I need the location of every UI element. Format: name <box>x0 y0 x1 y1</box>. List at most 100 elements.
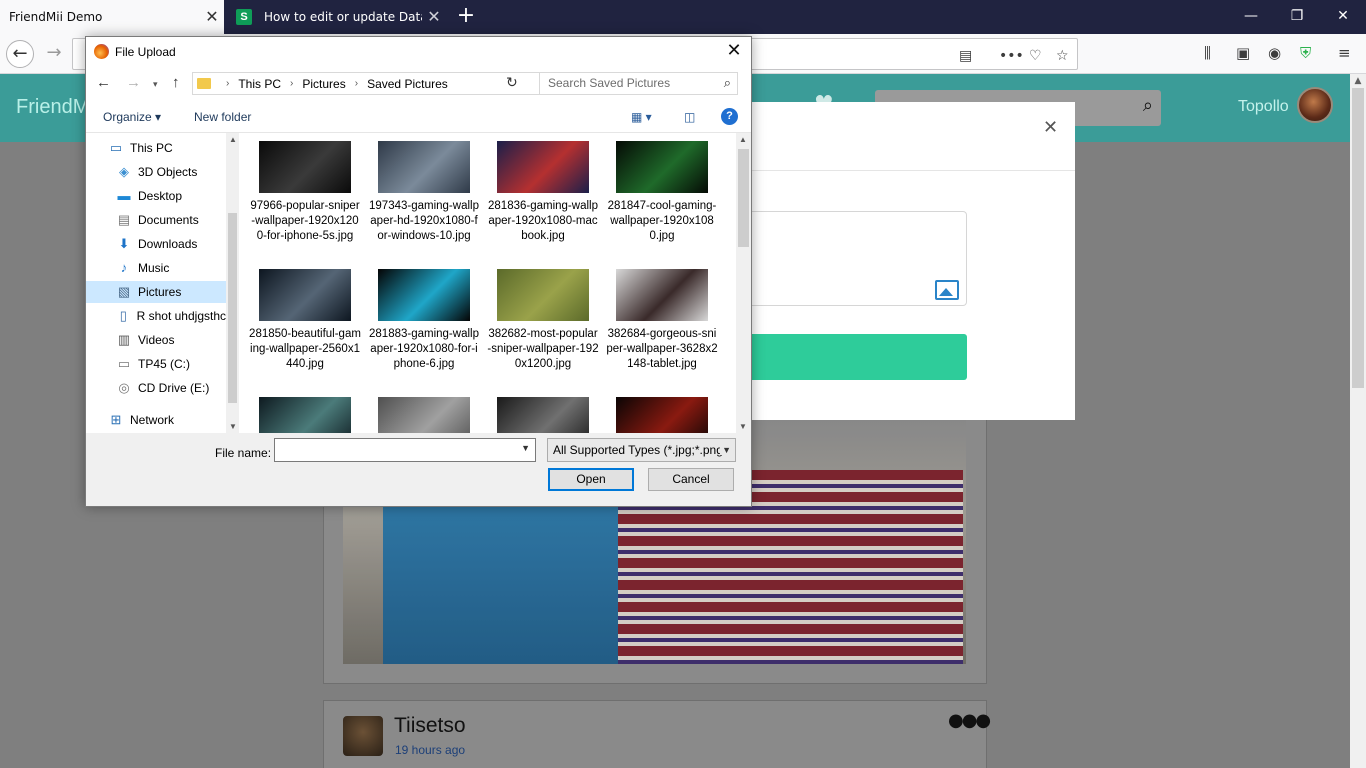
cancel-button[interactable]: Cancel <box>648 468 734 491</box>
file-thumbnail <box>497 269 589 321</box>
more-options-icon[interactable]: ●●● <box>948 710 991 731</box>
scroll-up-icon[interactable]: ▲ <box>229 135 237 144</box>
page-actions-icon[interactable]: ••• <box>999 48 1024 64</box>
search-input[interactable]: Search Saved Pictures ⌕ <box>539 72 738 95</box>
scroll-up-icon[interactable]: ▲ <box>739 135 747 144</box>
scroll-up-icon[interactable]: ▲ <box>1350 76 1366 86</box>
post-author[interactable]: Tiisetso <box>394 714 466 738</box>
scroll-thumb[interactable] <box>1352 88 1364 388</box>
view-options-icon[interactable]: ▦ ▾ <box>631 110 652 124</box>
restore-icon[interactable]: ❐ <box>1274 0 1320 34</box>
chevron-right-icon[interactable]: › <box>226 78 229 89</box>
post-time[interactable]: 19 hours ago <box>395 743 465 757</box>
nav-item-desktop[interactable]: ▬ Desktop <box>116 185 226 207</box>
nav-scrollbar[interactable]: ▲ ▼ <box>226 133 239 433</box>
dialog-close-icon[interactable]: ✕ <box>723 40 745 61</box>
file-item[interactable]: 281883-gaming-wallpaper-1920x1080-for-ip… <box>368 269 480 372</box>
nav-item-cd-drive[interactable]: ◎ CD Drive (E:) <box>116 377 226 399</box>
nav-item-videos[interactable]: ▥ Videos <box>116 329 226 351</box>
file-thumbnail <box>259 269 351 321</box>
file-item[interactable]: 281836-gaming-wallpaper-1920x1080-macboo… <box>487 141 599 244</box>
close-tab-icon[interactable]: ✕ <box>200 0 224 34</box>
file-scrollbar[interactable]: ▲ ▼ <box>736 133 751 433</box>
nav-item-drive-c[interactable]: ▭ TP45 (C:) <box>116 353 226 375</box>
username[interactable]: Topollo <box>1238 98 1289 116</box>
file-item[interactable]: 281850-beautiful-gaming-wallpaper-2560x1… <box>249 269 361 372</box>
bookmark-star-icon[interactable]: ☆ <box>1056 48 1069 64</box>
site-logo[interactable]: FriendMi <box>16 96 94 119</box>
scroll-down-icon[interactable]: ▼ <box>229 422 237 431</box>
pocket-icon[interactable]: ♡ <box>1029 48 1042 64</box>
breadcrumb-this-pc[interactable]: This PC <box>238 77 281 91</box>
minimize-icon[interactable]: — <box>1228 0 1274 34</box>
file-type-select[interactable]: All Supported Types (*.jpg;*.png ▼ <box>547 438 736 462</box>
breadcrumb[interactable]: › This PC › Pictures › Saved Pictures ▼ <box>192 72 590 95</box>
search-icon[interactable]: ⌕ <box>1143 95 1153 116</box>
open-button[interactable]: Open <box>548 468 634 491</box>
close-tab-icon[interactable]: ✕ <box>422 0 446 34</box>
nav-item-downloads[interactable]: ⬇ Downloads <box>116 233 226 255</box>
search-icon[interactable]: ⌕ <box>724 75 731 91</box>
cd-drive-icon: ◎ <box>118 380 130 395</box>
file-item[interactable]: 281847-cool-gaming-wallpaper-1920x1080.j… <box>606 141 718 244</box>
nav-item-documents[interactable]: ▤ Documents <box>116 209 226 231</box>
page-scrollbar[interactable]: ▲ <box>1350 74 1366 768</box>
image-upload-icon[interactable] <box>935 280 959 300</box>
chevron-right-icon[interactable]: › <box>355 78 358 89</box>
up-arrow-icon[interactable]: ↑ <box>172 74 180 91</box>
file-item[interactable] <box>249 397 361 433</box>
file-item[interactable]: 97966-popular-sniper-wallpaper-1920x1200… <box>249 141 361 244</box>
window-close-icon[interactable]: ✕ <box>1320 0 1366 34</box>
tab-how-to-edit[interactable]: S How to edit or update Data usin ✕ <box>228 0 446 34</box>
scroll-thumb[interactable] <box>738 149 749 247</box>
nav-item-pictures[interactable]: ▧ Pictures <box>86 281 226 303</box>
new-folder-button[interactable]: New folder <box>194 110 251 124</box>
nav-item-music[interactable]: ♪ Music <box>116 257 226 279</box>
dialog-titlebar[interactable]: File Upload ✕ <box>86 37 751 67</box>
network-icon: ⊞ <box>110 412 122 427</box>
nav-item-network[interactable]: ⊞ Network <box>108 409 226 431</box>
new-tab-button[interactable]: + <box>453 0 479 34</box>
tab-friendmii[interactable]: FriendMii Demo ✕ <box>0 0 224 34</box>
library-icon[interactable]: ⫼ <box>1204 44 1211 62</box>
file-name-input[interactable]: ▼ <box>274 438 536 462</box>
file-item[interactable] <box>368 397 480 433</box>
sidebar-icon[interactable]: ▣ <box>1236 44 1250 62</box>
account-icon[interactable]: ◉ <box>1268 44 1281 62</box>
nav-item-r-shot[interactable]: ▯ R shot uhdjgsthc <box>116 305 226 327</box>
dialog-title: File Upload <box>115 45 176 59</box>
back-arrow-icon[interactable]: ← <box>96 74 111 91</box>
avatar[interactable] <box>1297 87 1333 123</box>
file-item[interactable]: 382684-gorgeous-sniper-wallpaper-3628x21… <box>606 269 718 372</box>
forward-arrow-icon[interactable]: → <box>126 74 141 91</box>
poster-avatar[interactable] <box>343 716 383 756</box>
modal-close-icon[interactable]: ✕ <box>1043 117 1058 138</box>
nav-item-this-pc[interactable]: ▭ This PC <box>108 137 226 159</box>
scroll-down-icon[interactable]: ▼ <box>739 422 747 431</box>
back-button[interactable]: ← <box>6 40 34 68</box>
forward-button[interactable]: → <box>40 40 68 68</box>
chevron-right-icon[interactable]: › <box>290 78 293 89</box>
preview-pane-icon[interactable]: ◫ <box>684 110 695 124</box>
organize-button[interactable]: Organize ▾ <box>103 110 161 124</box>
file-item[interactable] <box>606 397 718 433</box>
chevron-down-icon[interactable]: ▼ <box>521 443 530 453</box>
shield-icon[interactable]: ⛨ <box>1300 44 1311 62</box>
help-icon[interactable]: ? <box>721 108 738 125</box>
file-item[interactable]: 382682-most-popular-sniper-wallpaper-192… <box>487 269 599 372</box>
file-item[interactable]: 197343-gaming-wallpaper-hd-1920x1080-for… <box>368 141 480 244</box>
chevron-down-icon[interactable]: ▼ <box>720 445 731 455</box>
nav-item-label: Videos <box>138 333 175 347</box>
file-item[interactable] <box>487 397 599 433</box>
scroll-thumb[interactable] <box>228 213 237 403</box>
breadcrumb-pictures[interactable]: Pictures <box>302 77 345 91</box>
computer-icon: ▭ <box>109 140 123 155</box>
menu-icon[interactable]: ≡ <box>1338 44 1351 62</box>
nav-item-label: Downloads <box>138 237 198 251</box>
reader-view-icon[interactable]: ▤ <box>959 48 972 64</box>
breadcrumb-saved-pictures[interactable]: Saved Pictures <box>367 77 448 91</box>
nav-item-label: Music <box>138 261 170 275</box>
refresh-icon[interactable]: ↻ <box>506 74 518 91</box>
nav-item-3d-objects[interactable]: ◈ 3D Objects <box>116 161 226 183</box>
recent-locations-icon[interactable]: ▾ <box>153 79 158 90</box>
